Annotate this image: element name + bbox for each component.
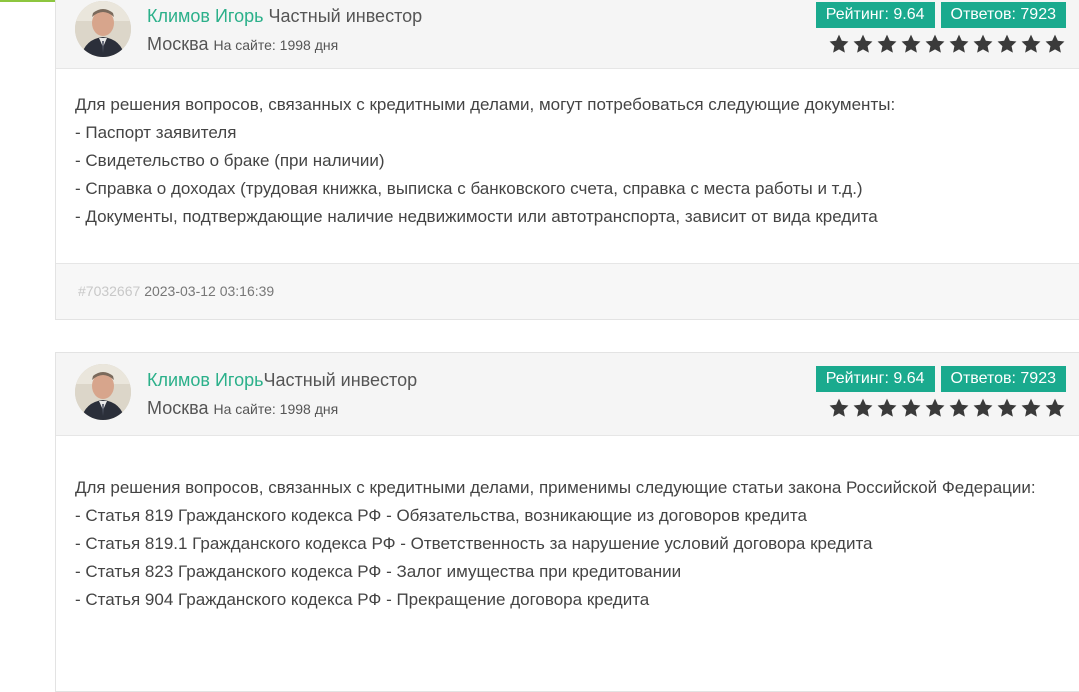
answer-text-line: - Статья 904 Гражданского кодекса РФ - П… (75, 590, 650, 609)
rating-stars (828, 397, 1066, 419)
star-icon (972, 33, 994, 55)
answer-footer: #7032667 2023-03-12 03:16:39 (56, 263, 1079, 319)
answer-body: Для решения вопросов, связанных с кредит… (56, 69, 1079, 231)
answer-header: Климов Игорь Частный инвестор Москва На … (56, 0, 1079, 69)
star-icon (876, 397, 898, 419)
answer-date: 2023-03-12 03:16:39 (144, 283, 275, 299)
star-icon (996, 33, 1018, 55)
star-icon (852, 397, 874, 419)
answer-text-line: - Справка о доходах (трудовая книжка, вы… (75, 179, 863, 198)
star-icon (1044, 397, 1066, 419)
star-icon (948, 397, 970, 419)
answer-text-line: Для решения вопросов, связанных с кредит… (75, 478, 1036, 497)
author-city-line: Москва На сайте: 1998 дня (147, 32, 338, 57)
author-name-link[interactable]: Климов Игорь (147, 6, 264, 26)
star-icon (1020, 397, 1042, 419)
rating-badge: Рейтинг: 9.64 (815, 2, 935, 28)
star-icon (876, 33, 898, 55)
answer-text-line: Для решения вопросов, связанных с кредит… (75, 95, 896, 114)
author-role: Частный инвестор (263, 370, 418, 390)
star-icon (828, 33, 850, 55)
author-city: Москва (147, 398, 209, 418)
days-on-site: На сайте: 1998 дня (213, 37, 339, 53)
rating-badge: Рейтинг: 9.64 (815, 366, 935, 392)
star-icon (1020, 33, 1042, 55)
badges: Рейтинг: 9.64 Ответов: 7923 (815, 366, 1066, 392)
answer-id-link[interactable]: #7032667 (78, 283, 140, 299)
author-line: Климов ИгорьЧастный инвестор (147, 368, 417, 392)
author-line: Климов Игорь Частный инвестор (147, 4, 422, 28)
answer-card: Климов ИгорьЧастный инвестор Москва На с… (55, 352, 1079, 692)
author-city-line: Москва На сайте: 1998 дня (147, 396, 338, 421)
answer-card: Климов Игорь Частный инвестор Москва На … (55, 0, 1079, 320)
author-role: Частный инвестор (268, 6, 423, 26)
answer-header: Климов ИгорьЧастный инвестор Москва На с… (56, 353, 1079, 436)
answer-text-line: - Документы, подтверждающие наличие недв… (75, 207, 878, 226)
author-name-link[interactable]: Климов Игорь (147, 370, 264, 390)
star-icon (924, 33, 946, 55)
star-icon (900, 397, 922, 419)
avatar[interactable] (75, 364, 131, 420)
answer-body: Для решения вопросов, связанных с кредит… (56, 436, 1079, 614)
star-icon (900, 33, 922, 55)
answer-text-line: - Свидетельство о браке (при наличии) (75, 151, 385, 170)
rating-stars (828, 33, 1066, 55)
author-city: Москва (147, 34, 209, 54)
answer-meta: #7032667 2023-03-12 03:16:39 (78, 283, 274, 299)
star-icon (948, 33, 970, 55)
badges: Рейтинг: 9.64 Ответов: 7923 (815, 2, 1066, 28)
star-icon (996, 397, 1018, 419)
answer-text-line: - Статья 819 Гражданского кодекса РФ - О… (75, 506, 807, 525)
star-icon (924, 397, 946, 419)
star-icon (828, 397, 850, 419)
star-icon (972, 397, 994, 419)
answers-count-badge: Ответов: 7923 (940, 366, 1066, 392)
answers-count-badge: Ответов: 7923 (940, 2, 1066, 28)
answer-text-line: - Паспорт заявителя (75, 123, 237, 142)
answer-text-line: - Статья 823 Гражданского кодекса РФ - З… (75, 562, 682, 581)
star-icon (1044, 33, 1066, 55)
star-icon (852, 33, 874, 55)
answer-text-line: - Статья 819.1 Гражданского кодекса РФ -… (75, 534, 873, 553)
avatar[interactable] (75, 1, 131, 57)
days-on-site: На сайте: 1998 дня (213, 401, 339, 417)
